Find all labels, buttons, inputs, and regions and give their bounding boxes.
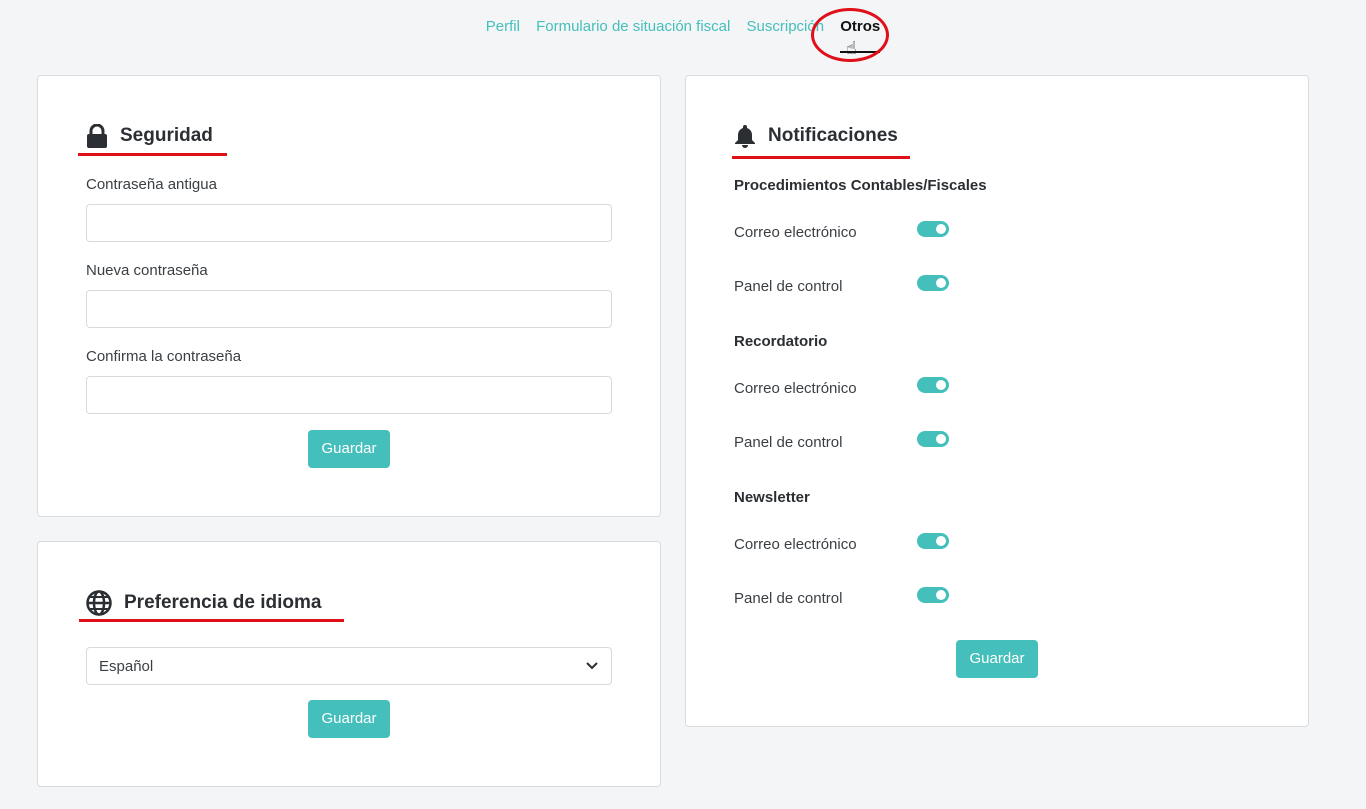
language-select[interactable]: Español xyxy=(86,647,612,685)
chevron-down-icon xyxy=(586,662,598,670)
security-title: Seguridad xyxy=(86,124,213,148)
section-heading-newsletter: Newsletter xyxy=(734,489,810,506)
tab-suscripcion[interactable]: Suscripción xyxy=(747,18,825,35)
language-selected-value: Español xyxy=(99,657,154,675)
language-save-button[interactable]: Guardar xyxy=(308,700,390,738)
toggle-knob xyxy=(936,224,946,234)
language-title-underline xyxy=(79,619,344,622)
security-card: Seguridad Contraseña antigua Nueva contr… xyxy=(37,75,661,517)
toggle-knob xyxy=(936,380,946,390)
security-save-button[interactable]: Guardar xyxy=(308,430,390,468)
security-title-underline xyxy=(78,153,227,156)
bell-icon xyxy=(735,125,755,148)
toggle-label-panel: Panel de control xyxy=(734,278,843,295)
section-heading-procedimientos: Procedimientos Contables/Fiscales xyxy=(734,177,987,194)
toggle-label-panel: Panel de control xyxy=(734,590,843,607)
toggle-procedimientos-email[interactable] xyxy=(917,221,949,237)
confirm-password-label: Confirma la contraseña xyxy=(86,348,242,365)
tab-bar: Perfil Formulario de situación fiscal Su… xyxy=(0,18,1366,53)
toggle-label-panel: Panel de control xyxy=(734,434,843,451)
toggle-procedimientos-panel[interactable] xyxy=(917,275,949,291)
toggle-newsletter-email[interactable] xyxy=(917,533,949,549)
confirm-password-input[interactable] xyxy=(86,376,612,414)
hand-cursor-icon: ☝ xyxy=(846,38,857,58)
tab-perfil[interactable]: Perfil xyxy=(486,18,520,35)
notifications-card: Notificaciones Procedimientos Contables/… xyxy=(685,75,1309,727)
tab-otros[interactable]: Otros xyxy=(840,18,881,53)
section-heading-recordatorio: Recordatorio xyxy=(734,333,828,350)
lock-icon xyxy=(87,124,107,148)
notifications-title-text: Notificaciones xyxy=(768,125,898,146)
toggle-knob xyxy=(936,278,946,288)
security-title-text: Seguridad xyxy=(120,125,213,146)
toggle-knob xyxy=(936,536,946,546)
toggle-label-email: Correo electrónico xyxy=(734,224,857,241)
tab-otros-label: Otros xyxy=(840,18,881,35)
notifications-title: Notificaciones xyxy=(734,124,898,148)
toggle-knob xyxy=(936,434,946,444)
toggle-knob xyxy=(936,590,946,600)
toggle-newsletter-panel[interactable] xyxy=(917,587,949,603)
toggle-recordatorio-email[interactable] xyxy=(917,377,949,393)
language-title: Preferencia de idioma xyxy=(86,590,321,616)
notifications-save-button[interactable]: Guardar xyxy=(956,640,1038,678)
toggle-label-email: Correo electrónico xyxy=(734,380,857,397)
language-card: Preferencia de idioma Español Guardar xyxy=(37,541,661,787)
new-password-input[interactable] xyxy=(86,290,612,328)
toggle-recordatorio-panel[interactable] xyxy=(917,431,949,447)
old-password-input[interactable] xyxy=(86,204,612,242)
old-password-label: Contraseña antigua xyxy=(86,176,217,193)
new-password-label: Nueva contraseña xyxy=(86,262,208,279)
toggle-label-email: Correo electrónico xyxy=(734,536,857,553)
notifications-title-underline xyxy=(732,156,910,159)
globe-icon xyxy=(86,590,112,616)
language-title-text: Preferencia de idioma xyxy=(124,592,322,613)
tab-formulario-situacion-fiscal[interactable]: Formulario de situación fiscal xyxy=(536,18,730,35)
